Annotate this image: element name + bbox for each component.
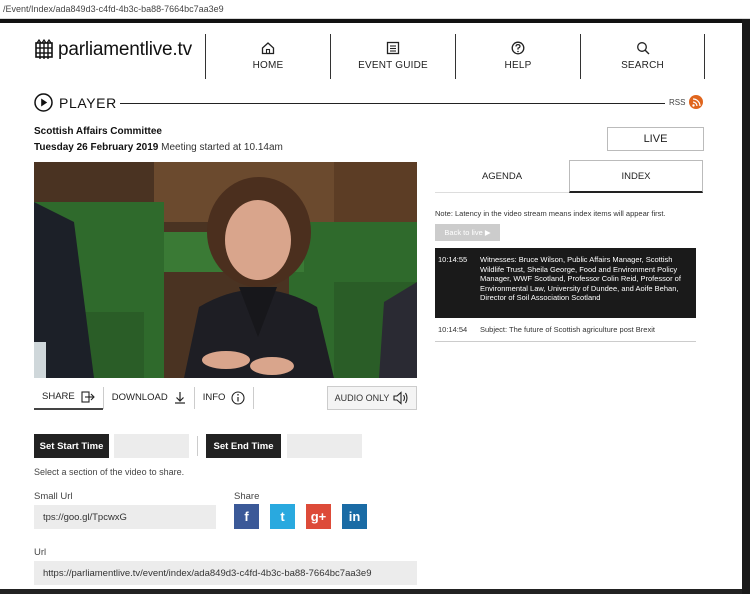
help-icon	[511, 41, 525, 55]
back-to-live-button[interactable]: Back to live ▶	[435, 224, 500, 241]
share-label: SHARE	[42, 391, 75, 402]
player-heading-text: PLAYER	[59, 94, 117, 111]
facebook-share-button[interactable]: f	[234, 504, 259, 529]
download-icon	[174, 392, 185, 404]
divider	[253, 386, 255, 409]
audio-only-label: AUDIO ONLY	[334, 393, 390, 403]
index-time: 10:14:55	[438, 255, 468, 264]
index-text: Subject: The future of Scottish agricult…	[480, 325, 655, 334]
meeting-start: Meeting started at 10.14am	[161, 142, 283, 153]
info-tab[interactable]: INFO	[195, 385, 254, 410]
url-field[interactable]: https://parliamentlive.tv/event/index/ad…	[34, 561, 417, 585]
google-plus-share-button[interactable]: g+	[306, 504, 331, 529]
logo-text: parliamentlive.tv	[58, 39, 192, 60]
meeting-dateline: Tuesday 26 February 2019 Meeting started…	[34, 142, 283, 153]
info-label: INFO	[202, 392, 226, 403]
index-text: Witnesses: Bruce Wilson, Public Affairs …	[480, 255, 681, 302]
window-frame	[742, 19, 750, 594]
play-circle-icon	[34, 93, 53, 112]
rss-link[interactable]: RSS	[669, 95, 704, 109]
nav-home[interactable]: HOME	[205, 34, 330, 79]
nav-home-label: HOME	[252, 60, 284, 71]
search-icon	[636, 42, 649, 55]
twitter-share-button[interactable]: t	[270, 504, 295, 529]
site-logo[interactable]: parliamentlive.tv	[34, 39, 192, 61]
linkedin-share-button[interactable]: in	[342, 504, 367, 529]
index-time: 10:14:54	[438, 325, 468, 334]
share-heading: Share	[234, 491, 260, 502]
rss-label: RSS	[669, 97, 686, 107]
panel-tabs: AGENDA INDEX	[435, 160, 704, 193]
tab-agenda[interactable]: AGENDA	[435, 160, 569, 193]
nav-event-guide-label: EVENT GUIDE	[358, 60, 428, 71]
share-tab[interactable]: SHARE	[34, 385, 103, 410]
audio-only-button[interactable]: AUDIO ONLY	[327, 386, 417, 410]
nav-event-guide[interactable]: EVENT GUIDE	[330, 34, 455, 79]
url-label: Url	[34, 547, 47, 558]
portcullis-icon	[35, 39, 53, 59]
index-item[interactable]: 10:14:54 Subject: The future of Scottish…	[435, 322, 696, 342]
nav-search-label: SEARCH	[621, 60, 664, 71]
latency-note: Note: Latency in the video stream means …	[435, 209, 666, 218]
share-arrow-icon	[81, 390, 95, 403]
divider	[197, 436, 198, 456]
index-item[interactable]: 10:14:55 Witnesses: Bruce Wilson, Public…	[435, 248, 696, 318]
small-url-label: Small Url	[34, 491, 73, 502]
download-tab[interactable]: DOWNLOAD	[104, 385, 194, 410]
start-time-field[interactable]	[114, 434, 189, 458]
player-heading: PLAYER	[34, 93, 117, 112]
nav-help-label: HELP	[504, 60, 532, 71]
footer-bar	[0, 589, 742, 594]
guide-icon	[386, 41, 400, 55]
home-icon	[261, 42, 275, 55]
meeting-date: Tuesday 26 February 2019	[34, 142, 159, 153]
download-label: DOWNLOAD	[111, 392, 168, 403]
main-nav: HOME EVENT GUIDE HELP SEARCH	[205, 34, 705, 79]
set-end-time-button[interactable]: Set End Time	[206, 434, 281, 458]
rss-icon	[689, 95, 704, 109]
video-player[interactable]	[34, 162, 417, 378]
tab-index[interactable]: INDEX	[569, 160, 703, 193]
browser-url-bar[interactable]: /Event/Index/ada849d3-c4fd-4b3c-ba88-766…	[0, 0, 750, 19]
live-button[interactable]: LIVE	[607, 127, 704, 151]
nav-search[interactable]: SEARCH	[580, 34, 705, 79]
select-section-hint: Select a section of the video to share.	[34, 467, 185, 477]
end-time-field[interactable]	[287, 434, 362, 458]
nav-help[interactable]: HELP	[455, 34, 580, 79]
small-url-field[interactable]: tps://goo.gl/TpcwxG	[34, 505, 216, 529]
video-frame	[34, 162, 417, 378]
site-header: parliamentlive.tv HOME EVENT GUIDE HELP …	[0, 23, 742, 85]
info-icon	[231, 390, 245, 405]
set-start-time-button[interactable]: Set Start Time	[34, 434, 109, 458]
committee-title: Scottish Affairs Committee	[34, 126, 162, 137]
heading-rule	[120, 103, 665, 104]
speaker-icon	[393, 391, 408, 405]
